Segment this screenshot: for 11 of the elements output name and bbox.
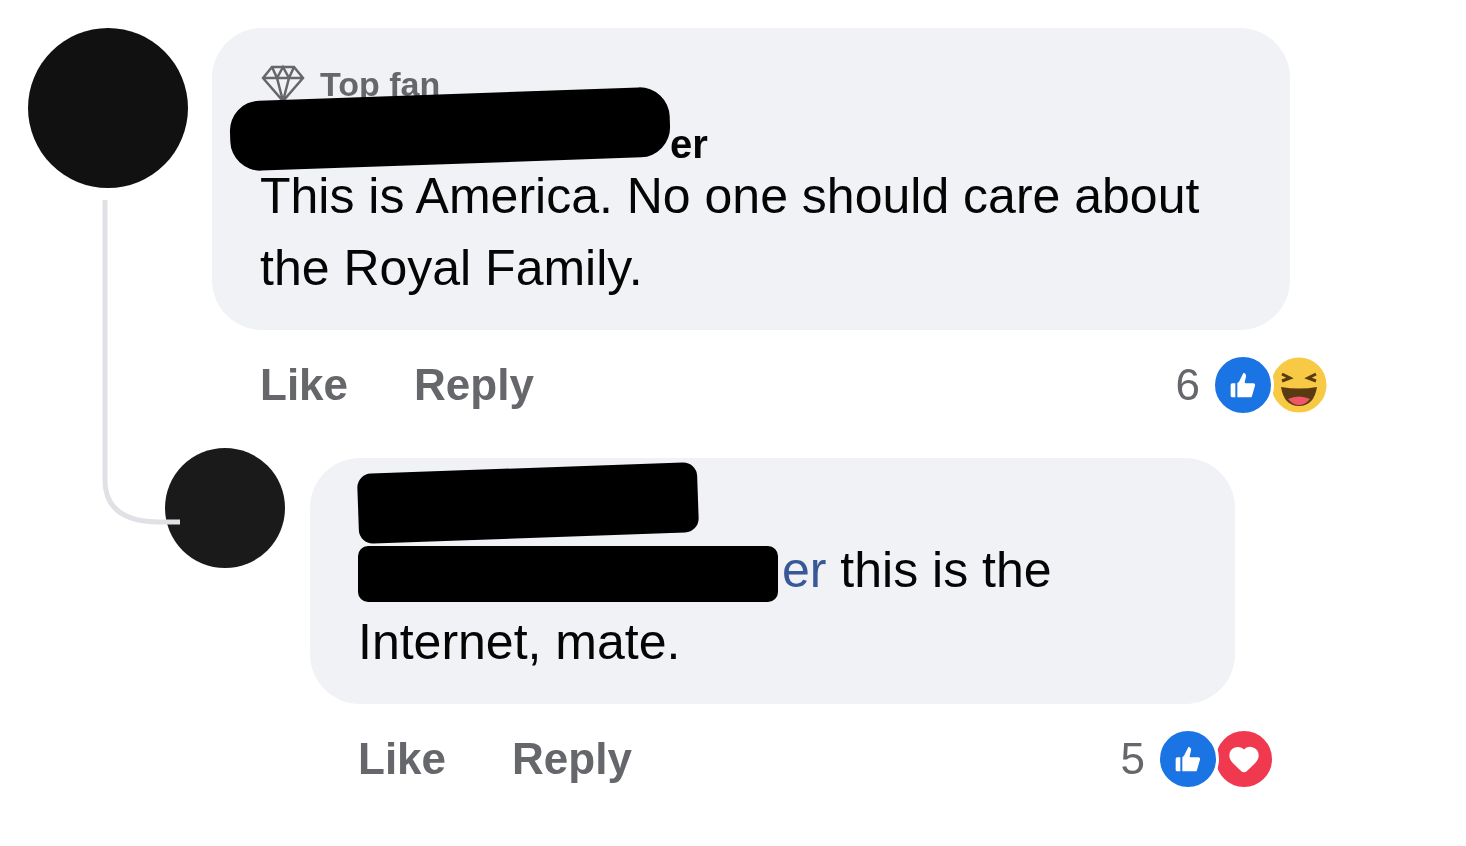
like-link[interactable]: Like (358, 737, 447, 781)
top-fan-label: Top fan (320, 67, 441, 101)
reply-link[interactable]: Reply (512, 737, 632, 781)
author-name[interactable]: er (670, 124, 708, 164)
like-link[interactable]: Like (260, 363, 349, 407)
comment-text: er this is the Internet, mate. (358, 541, 1053, 672)
reaction-count[interactable]: 6 (1175, 352, 1200, 418)
comment-text: This is America. No one should care about the Royal Family. (260, 167, 1200, 298)
reaction-count[interactable]: 5 (1120, 726, 1145, 792)
reply-link[interactable]: Reply (414, 363, 534, 407)
mention-link[interactable]: er (358, 542, 827, 598)
